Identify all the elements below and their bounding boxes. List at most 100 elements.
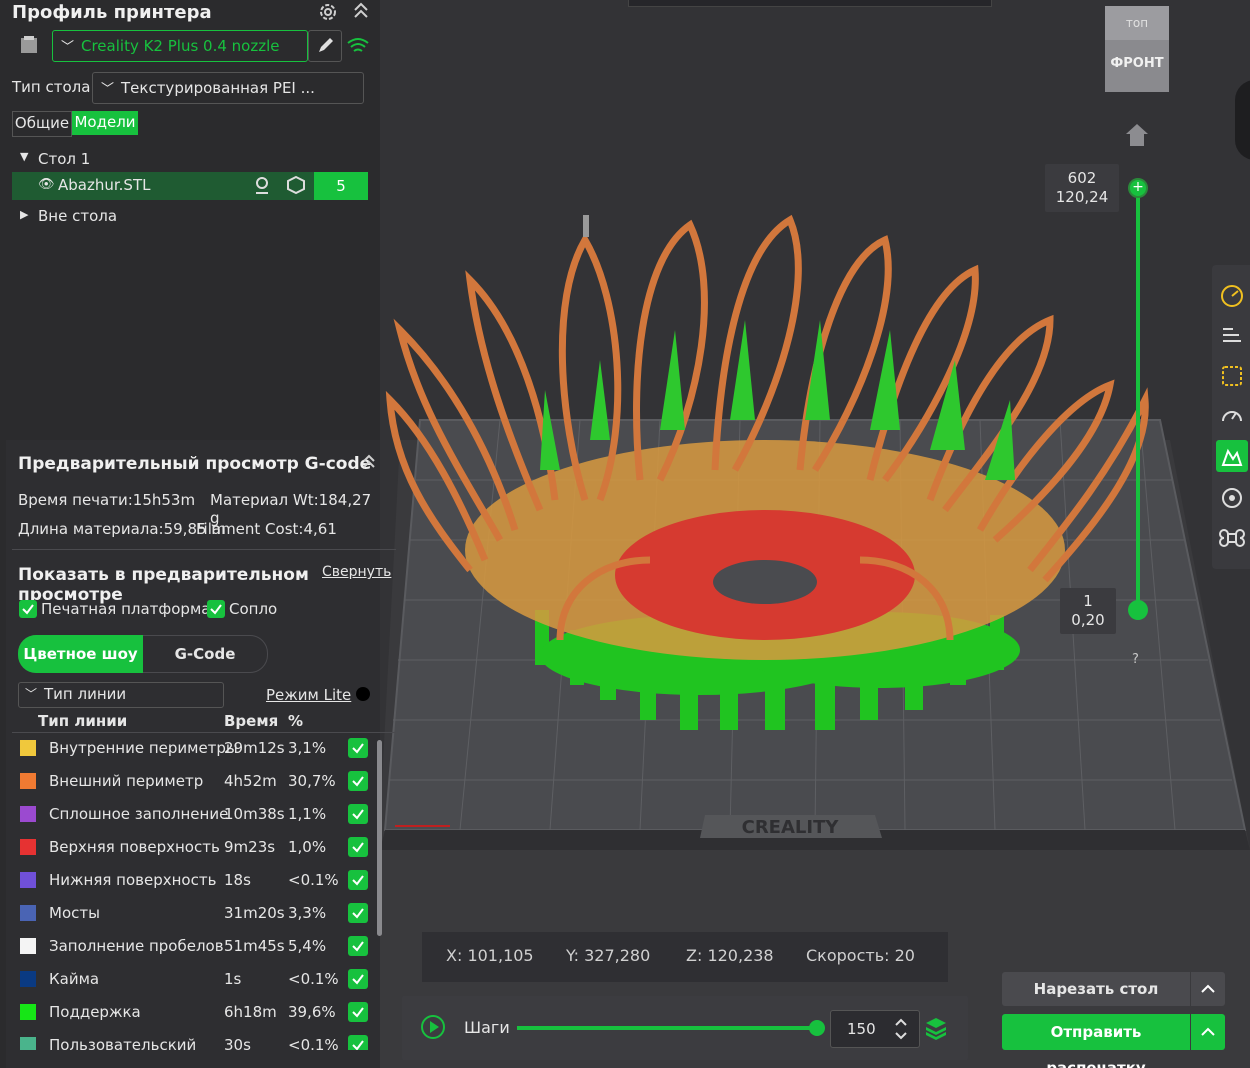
steps-value[interactable]: 150: [847, 1020, 876, 1038]
gauge-icon[interactable]: [1216, 400, 1248, 432]
collapse-icon[interactable]: [350, 0, 372, 22]
coord-x: X: 101,105: [446, 946, 534, 965]
table-row: Мосты 31m20s 3,3%: [0, 898, 380, 931]
steps-bar: Шаги 150: [402, 996, 968, 1060]
layers-icon[interactable]: [1216, 320, 1248, 352]
view-cube-top[interactable]: топ: [1105, 6, 1169, 40]
collapsed-triangle-icon[interactable]: ▶: [20, 208, 28, 221]
line-type-time: 10m38s: [224, 805, 285, 823]
line-visibility-checkbox[interactable]: [348, 837, 368, 857]
col-header-line-type: Тип линии: [38, 712, 128, 730]
object-tree-item[interactable]: 👁 Abazhur.STL 5: [12, 172, 368, 200]
line-visibility-checkbox[interactable]: [348, 804, 368, 824]
line-type-time: 31m20s: [224, 904, 285, 922]
wifi-icon[interactable]: [346, 36, 370, 56]
line-visibility-checkbox[interactable]: [348, 1002, 368, 1022]
eye-icon[interactable]: 👁: [38, 177, 55, 192]
collapse-icon[interactable]: [360, 452, 378, 472]
slice-plate-button[interactable]: Нарезать стол: [1002, 972, 1190, 1006]
platform-checkbox-label: Печатная платформа: [41, 600, 211, 618]
tab-general[interactable]: Общие: [12, 111, 72, 137]
layers-stack-icon[interactable]: [924, 1016, 948, 1040]
plate-tree-item[interactable]: Стол 1: [38, 150, 90, 168]
line-type-pct: <0.1%: [288, 970, 339, 988]
outside-plate-tree-item[interactable]: Вне стола: [38, 207, 117, 225]
layer-slider-track[interactable]: [1136, 188, 1140, 610]
steps-label: Шаги: [464, 1018, 510, 1037]
line-type-pct: 1,1%: [288, 805, 327, 823]
nozzle-marker: [583, 215, 589, 237]
line-type-label: Кайма: [49, 970, 100, 988]
slice-dropdown-button[interactable]: [1191, 972, 1225, 1006]
filament-length: Длина материала:59,85 m: [18, 520, 226, 538]
bed-type-select[interactable]: ﹀ Текстурированная PEI ...: [92, 72, 364, 104]
table-row: Внутренние периметры 29m12s 3,1%: [0, 733, 380, 766]
line-visibility-checkbox[interactable]: [348, 969, 368, 989]
line-type-time: 30s: [224, 1036, 251, 1050]
line-visibility-checkbox[interactable]: [348, 771, 368, 791]
layer-top-number: 602: [1067, 169, 1097, 187]
table-row: Нижняя поверхность 18s <0.1%: [0, 865, 380, 898]
help-button[interactable]: ?: [1132, 652, 1139, 667]
cube-settings-icon[interactable]: [286, 175, 306, 195]
line-color-swatch: [20, 905, 36, 921]
target-icon[interactable]: [1216, 482, 1248, 514]
home-icon[interactable]: [1124, 122, 1150, 148]
line-visibility-checkbox[interactable]: [348, 870, 368, 890]
object-name: Abazhur.STL: [58, 176, 151, 194]
tab-gcode[interactable]: G-Code: [144, 635, 266, 673]
collapse-link[interactable]: Свернуть: [322, 564, 391, 580]
layer-bottom-readout: 1 0,20: [1060, 588, 1116, 634]
line-type-select[interactable]: ﹀ Тип линии: [18, 682, 224, 708]
tab-models[interactable]: Модели: [72, 111, 138, 135]
frame-icon[interactable]: [1216, 360, 1248, 392]
table-row: Пользовательский 30s <0.1%: [0, 1030, 380, 1050]
platform-checkbox[interactable]: [19, 600, 37, 618]
chevron-up-icon: [1201, 984, 1215, 993]
play-icon[interactable]: [420, 1014, 446, 1040]
expand-triangle-icon[interactable]: ▼: [20, 150, 28, 163]
tab-color-show[interactable]: Цветное шоу: [18, 635, 143, 673]
layer-top-readout: 602 120,24: [1045, 164, 1119, 212]
left-panel: Профиль принтера ﹀ Creality K2 Plus 0.4 …: [0, 0, 396, 1068]
steps-slider[interactable]: [517, 1020, 825, 1036]
table-row: Поддержка 6h18m 39,6%: [0, 997, 380, 1030]
view-cube[interactable]: топ ФРОНТ: [1105, 6, 1169, 92]
layer-bottom-number: 1: [1083, 592, 1093, 610]
line-type-time: 6h18m: [224, 1003, 277, 1021]
printer-profile-title: Профиль принтера: [12, 2, 212, 23]
steps-stepper[interactable]: 150: [830, 1010, 920, 1048]
view-cube-front[interactable]: ФРОНТ: [1105, 56, 1169, 71]
line-visibility-checkbox[interactable]: [348, 1035, 368, 1050]
col-header-time: Время: [224, 712, 279, 730]
support-paint-icon[interactable]: [252, 175, 272, 195]
gcode-preview-title: Предварительный просмотр G-code: [18, 454, 372, 474]
lite-mode-link[interactable]: Режим Lite: [266, 686, 351, 704]
line-visibility-checkbox[interactable]: [348, 936, 368, 956]
nozzle-checkbox[interactable]: [207, 600, 225, 618]
line-visibility-checkbox[interactable]: [348, 738, 368, 758]
line-type-time: 4h52m: [224, 772, 277, 790]
line-type-pct: 39,6%: [288, 1003, 336, 1021]
preview-icon[interactable]: [1216, 440, 1248, 472]
layer-slider-top-handle[interactable]: +: [1128, 178, 1148, 198]
table-scrollbar[interactable]: [377, 740, 382, 936]
command-icon[interactable]: [1216, 522, 1248, 554]
send-print-button[interactable]: Отправить распечатку: [1002, 1014, 1190, 1068]
printer-select[interactable]: ﹀ Creality K2 Plus 0.4 nozzle: [52, 30, 308, 62]
line-visibility-checkbox[interactable]: [348, 903, 368, 923]
lite-mode-toggle[interactable]: [356, 687, 370, 701]
steps-slider-handle[interactable]: [809, 1020, 825, 1036]
nozzle-checkbox-label: Сопло: [229, 600, 278, 618]
stepper-arrows-icon[interactable]: [893, 1016, 909, 1042]
edit-printer-button[interactable]: [308, 30, 342, 62]
speed-dial-icon[interactable]: [1216, 280, 1248, 312]
line-color-swatch: [20, 839, 36, 855]
line-type-select-value: Тип линии: [44, 685, 127, 703]
object-badge[interactable]: 5: [314, 172, 368, 200]
layer-slider-bottom-handle[interactable]: [1128, 600, 1148, 620]
3d-viewport[interactable]: CREALITY топ ФРОНТ 602 120,24 + 1 0,20 ?…: [380, 0, 1250, 1068]
gear-icon[interactable]: [316, 0, 340, 24]
send-dropdown-button[interactable]: [1191, 1014, 1225, 1050]
line-type-time: 9m23s: [224, 838, 276, 856]
